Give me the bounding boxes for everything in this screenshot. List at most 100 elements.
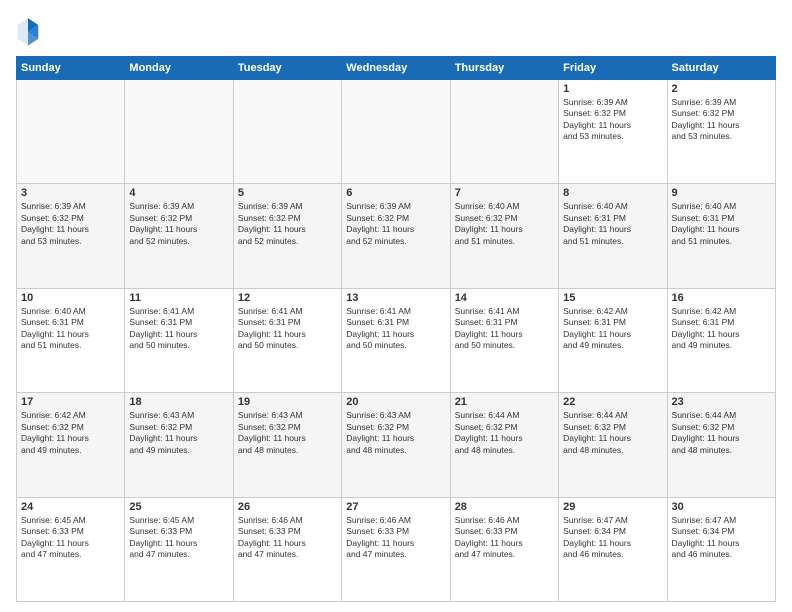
day-number: 11 (129, 292, 228, 304)
day-number: 1 (563, 83, 662, 95)
page: SundayMondayTuesdayWednesdayThursdayFrid… (0, 0, 792, 612)
day-header-sunday: Sunday (17, 57, 125, 80)
day-header-tuesday: Tuesday (233, 57, 341, 80)
calendar-day (17, 80, 125, 184)
calendar-day: 11 Sunrise: 6:41 AM Sunset: 6:31 PM Dayli… (125, 288, 233, 392)
day-number: 21 (455, 396, 554, 408)
calendar-day: 28 Sunrise: 6:46 AM Sunset: 6:33 PM Dayli… (450, 497, 558, 601)
day-number: 10 (21, 292, 120, 304)
day-number: 17 (21, 396, 120, 408)
calendar-day (233, 80, 341, 184)
day-info: Sunrise: 6:39 AM Sunset: 6:32 PM Dayligh… (238, 201, 337, 247)
day-number: 8 (563, 187, 662, 199)
calendar-day: 3Sunrise: 6:39 AM Sunset: 6:32 PM Daylig… (17, 184, 125, 288)
day-number: 9 (672, 187, 771, 199)
day-info: Sunrise: 6:47 AM Sunset: 6:34 PM Dayligh… (672, 515, 771, 561)
calendar-day (125, 80, 233, 184)
calendar-day: 23 Sunrise: 6:44 AM Sunset: 6:32 PM Dayli… (667, 393, 775, 497)
day-info: Sunrise: 6:39 AM Sunset: 6:32 PM Dayligh… (129, 201, 228, 247)
day-info: Sunrise: 6:44 AM Sunset: 6:32 PM Dayligh… (455, 410, 554, 456)
calendar-header-row: SundayMondayTuesdayWednesdayThursdayFrid… (17, 57, 776, 80)
day-number: 22 (563, 396, 662, 408)
day-number: 7 (455, 187, 554, 199)
day-number: 15 (563, 292, 662, 304)
day-info: Sunrise: 6:46 AM Sunset: 6:33 PM Dayligh… (346, 515, 445, 561)
calendar-day: 7 Sunrise: 6:40 AM Sunset: 6:32 PM Daylig… (450, 184, 558, 288)
calendar-week-row: 10Sunrise: 6:40 AM Sunset: 6:31 PM Dayli… (17, 288, 776, 392)
calendar-day: 20 Sunrise: 6:43 AM Sunset: 6:32 PM Dayli… (342, 393, 450, 497)
day-number: 12 (238, 292, 337, 304)
calendar-day: 19Sunrise: 6:43 AM Sunset: 6:32 PM Dayli… (233, 393, 341, 497)
day-number: 3 (21, 187, 120, 199)
calendar-day (450, 80, 558, 184)
day-number: 29 (563, 501, 662, 513)
day-number: 14 (455, 292, 554, 304)
day-info: Sunrise: 6:43 AM Sunset: 6:32 PM Dayligh… (238, 410, 337, 456)
day-header-thursday: Thursday (450, 57, 558, 80)
day-info: Sunrise: 6:42 AM Sunset: 6:31 PM Dayligh… (563, 306, 662, 352)
calendar-day: 14 Sunrise: 6:41 AM Sunset: 6:31 PM Dayli… (450, 288, 558, 392)
calendar-day: 16Sunrise: 6:42 AM Sunset: 6:31 PM Dayli… (667, 288, 775, 392)
logo-icon (16, 16, 40, 46)
calendar-day: 18Sunrise: 6:43 AM Sunset: 6:32 PM Dayli… (125, 393, 233, 497)
calendar-day: 1 Sunrise: 6:39 AM Sunset: 6:32 PM Daylig… (559, 80, 667, 184)
day-number: 13 (346, 292, 445, 304)
day-number: 24 (21, 501, 120, 513)
day-info: Sunrise: 6:43 AM Sunset: 6:32 PM Dayligh… (129, 410, 228, 456)
day-info: Sunrise: 6:41 AM Sunset: 6:31 PM Dayligh… (129, 306, 228, 352)
day-info: Sunrise: 6:39 AM Sunset: 6:32 PM Dayligh… (672, 97, 771, 143)
day-info: Sunrise: 6:41 AM Sunset: 6:31 PM Dayligh… (238, 306, 337, 352)
day-header-friday: Friday (559, 57, 667, 80)
calendar-day: 30 Sunrise: 6:47 AM Sunset: 6:34 PM Dayli… (667, 497, 775, 601)
calendar-day: 21 Sunrise: 6:44 AM Sunset: 6:32 PM Dayli… (450, 393, 558, 497)
day-info: Sunrise: 6:47 AM Sunset: 6:34 PM Dayligh… (563, 515, 662, 561)
day-info: Sunrise: 6:41 AM Sunset: 6:31 PM Dayligh… (455, 306, 554, 352)
day-number: 28 (455, 501, 554, 513)
calendar-day: 8 Sunrise: 6:40 AM Sunset: 6:31 PM Daylig… (559, 184, 667, 288)
day-info: Sunrise: 6:44 AM Sunset: 6:32 PM Dayligh… (672, 410, 771, 456)
day-info: Sunrise: 6:40 AM Sunset: 6:31 PM Dayligh… (672, 201, 771, 247)
calendar-day: 25 Sunrise: 6:45 AM Sunset: 6:33 PM Dayli… (125, 497, 233, 601)
calendar-day: 10Sunrise: 6:40 AM Sunset: 6:31 PM Dayli… (17, 288, 125, 392)
day-number: 20 (346, 396, 445, 408)
calendar-day: 12 Sunrise: 6:41 AM Sunset: 6:31 PM Dayli… (233, 288, 341, 392)
day-number: 6 (346, 187, 445, 199)
day-info: Sunrise: 6:46 AM Sunset: 6:33 PM Dayligh… (238, 515, 337, 561)
day-number: 23 (672, 396, 771, 408)
calendar-week-row: 1 Sunrise: 6:39 AM Sunset: 6:32 PM Daylig… (17, 80, 776, 184)
day-info: Sunrise: 6:40 AM Sunset: 6:32 PM Dayligh… (455, 201, 554, 247)
calendar-day: 24 Sunrise: 6:45 AM Sunset: 6:33 PM Dayli… (17, 497, 125, 601)
day-number: 25 (129, 501, 228, 513)
day-number: 5 (238, 187, 337, 199)
calendar-day: 22 Sunrise: 6:44 AM Sunset: 6:32 PM Dayli… (559, 393, 667, 497)
day-info: Sunrise: 6:44 AM Sunset: 6:32 PM Dayligh… (563, 410, 662, 456)
day-info: Sunrise: 6:39 AM Sunset: 6:32 PM Dayligh… (563, 97, 662, 143)
day-info: Sunrise: 6:46 AM Sunset: 6:33 PM Dayligh… (455, 515, 554, 561)
calendar-day: 5 Sunrise: 6:39 AM Sunset: 6:32 PM Daylig… (233, 184, 341, 288)
calendar-day: 27Sunrise: 6:46 AM Sunset: 6:33 PM Dayli… (342, 497, 450, 601)
day-info: Sunrise: 6:42 AM Sunset: 6:31 PM Dayligh… (672, 306, 771, 352)
header (16, 16, 776, 46)
calendar-day: 4 Sunrise: 6:39 AM Sunset: 6:32 PM Daylig… (125, 184, 233, 288)
calendar-day: 26 Sunrise: 6:46 AM Sunset: 6:33 PM Dayli… (233, 497, 341, 601)
day-info: Sunrise: 6:40 AM Sunset: 6:31 PM Dayligh… (563, 201, 662, 247)
calendar-day: 6 Sunrise: 6:39 AM Sunset: 6:32 PM Daylig… (342, 184, 450, 288)
calendar-day: 29 Sunrise: 6:47 AM Sunset: 6:34 PM Dayli… (559, 497, 667, 601)
day-info: Sunrise: 6:45 AM Sunset: 6:33 PM Dayligh… (21, 515, 120, 561)
calendar-day (342, 80, 450, 184)
day-header-monday: Monday (125, 57, 233, 80)
calendar-day: 9 Sunrise: 6:40 AM Sunset: 6:31 PM Daylig… (667, 184, 775, 288)
day-header-saturday: Saturday (667, 57, 775, 80)
calendar-week-row: 3 Sunrise: 6:39 AM Sunset: 6:32 PM Daylig… (17, 184, 776, 288)
day-number: 30 (672, 501, 771, 513)
day-number: 26 (238, 501, 337, 513)
day-number: 4 (129, 187, 228, 199)
day-info: Sunrise: 6:45 AM Sunset: 6:33 PM Dayligh… (129, 515, 228, 561)
calendar-week-row: 17 Sunrise: 6:42 AM Sunset: 6:32 PM Dayli… (17, 393, 776, 497)
day-info: Sunrise: 6:43 AM Sunset: 6:32 PM Dayligh… (346, 410, 445, 456)
day-info: Sunrise: 6:39 AM Sunset: 6:32 PM Dayligh… (346, 201, 445, 247)
calendar-week-row: 24 Sunrise: 6:45 AM Sunset: 6:33 PM Dayli… (17, 497, 776, 601)
calendar-table: SundayMondayTuesdayWednesdayThursdayFrid… (16, 56, 776, 602)
day-info: Sunrise: 6:42 AM Sunset: 6:32 PM Dayligh… (21, 410, 120, 456)
day-header-wednesday: Wednesday (342, 57, 450, 80)
